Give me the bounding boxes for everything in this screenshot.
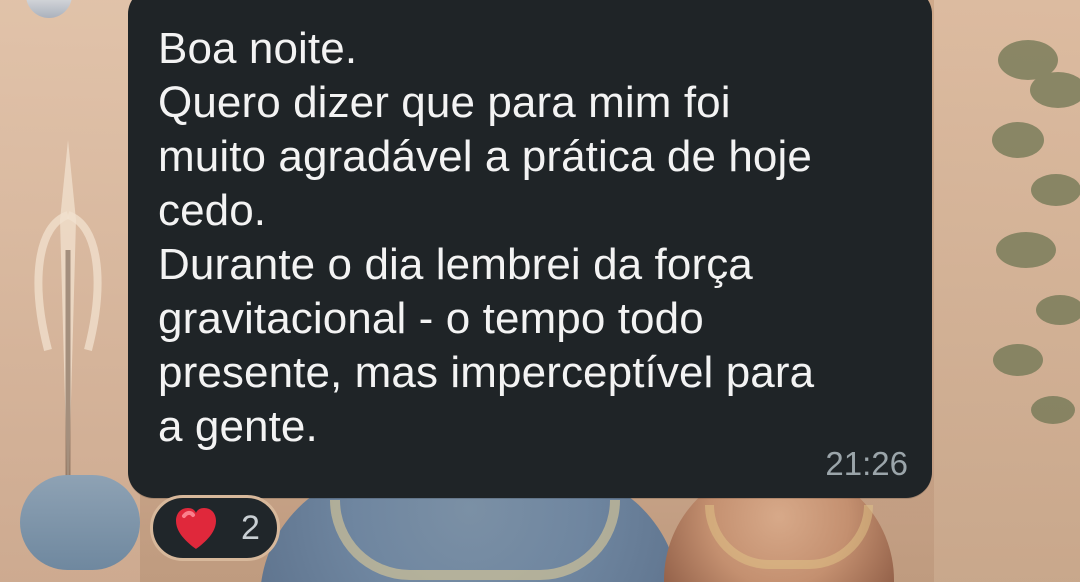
message-line: Boa noite. [158, 24, 358, 73]
necklace-image [330, 500, 620, 580]
message-line: gravitacional - o tempo todo [158, 294, 704, 343]
message-line: Quero dizer que para mim foi [158, 78, 731, 127]
message-line: presente, mas imperceptível para [158, 348, 815, 397]
reaction-count: 2 [241, 509, 260, 547]
message-timestamp: 21:26 [825, 445, 908, 482]
message-line: muito agradável a prática de hoje [158, 132, 812, 181]
message-line: a gente. [158, 402, 318, 451]
foliage-image [992, 40, 1080, 424]
heart-icon [169, 501, 223, 555]
reaction-chip[interactable]: 2 [150, 495, 280, 561]
message-line: Durante o dia lembrei da força [158, 240, 753, 289]
hand-image [20, 475, 140, 570]
trident-image [34, 140, 102, 510]
message-text: Boa noite. Quero dizer que para mim foi … [158, 22, 888, 454]
message-line: cedo. [158, 186, 267, 235]
message-bubble[interactable]: Boa noite. Quero dizer que para mim foi … [128, 0, 932, 498]
